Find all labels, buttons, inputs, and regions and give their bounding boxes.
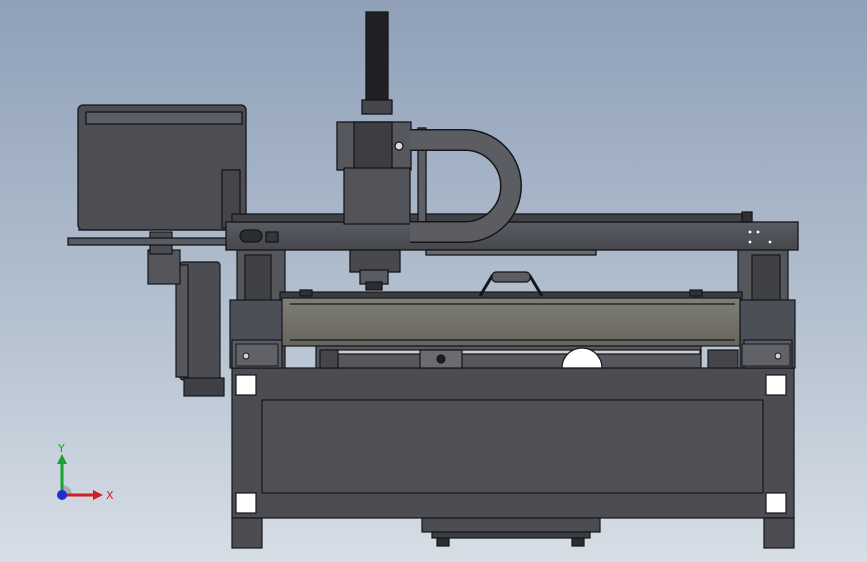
z-axis-dot	[57, 490, 67, 500]
left-drive-motor	[147, 231, 225, 397]
base-frame	[231, 367, 795, 549]
gantry-beam	[225, 211, 799, 256]
cnc-machine-model[interactable]	[0, 0, 867, 562]
cad-viewport[interactable]: Y X	[0, 0, 867, 562]
view-orientation-triad[interactable]: Y X	[40, 440, 120, 510]
control-cabinet	[67, 104, 247, 246]
x-axis-label: X	[106, 489, 114, 502]
y-axis-label: Y	[57, 442, 65, 455]
y-axis-arrowhead	[57, 454, 67, 464]
work-bed	[279, 271, 743, 369]
x-axis-arrowhead	[93, 490, 103, 500]
